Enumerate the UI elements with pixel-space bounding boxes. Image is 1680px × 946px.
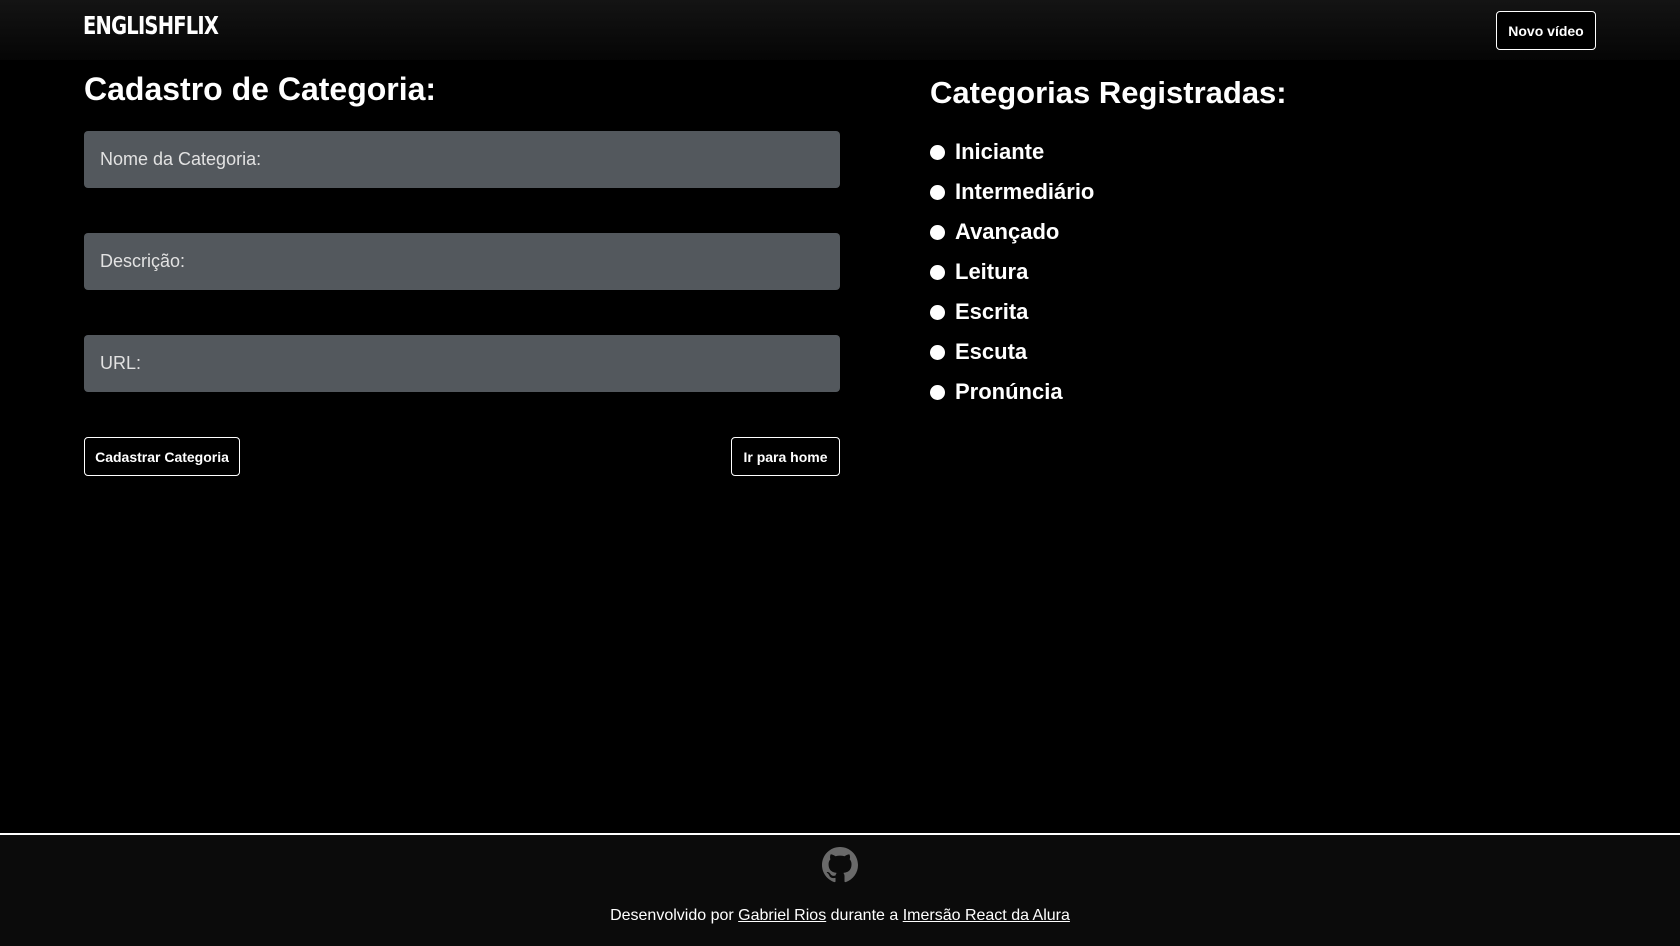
- header: ENGLISHFLIX Novo vídeo: [0, 0, 1680, 60]
- list-item: Leitura: [930, 252, 1094, 292]
- list-item: Intermediário: [930, 172, 1094, 212]
- bullet-icon: [930, 264, 945, 280]
- category-label: Leitura: [955, 259, 1029, 284]
- credits-middle: durante a: [830, 907, 899, 924]
- form-title: Cadastro de Categoria:: [84, 71, 437, 107]
- github-icon[interactable]: [822, 847, 858, 883]
- bullet-icon: [930, 144, 945, 160]
- new-video-button[interactable]: Novo vídeo: [1496, 11, 1596, 50]
- list-item: Iniciante: [930, 132, 1094, 172]
- bullet-icon: [930, 224, 945, 240]
- author-link[interactable]: Gabriel Rios: [738, 907, 826, 924]
- list-item: Avançado: [930, 212, 1094, 252]
- category-label: Iniciante: [955, 139, 1045, 164]
- credits-prefix: Desenvolvido por: [610, 907, 734, 924]
- category-name-input[interactable]: [84, 131, 840, 188]
- list-item: Pronúncia: [930, 372, 1094, 412]
- category-label: Avançado: [955, 219, 1060, 244]
- categories-list: Iniciante Intermediário Avançado Leitura…: [930, 132, 1094, 412]
- page: ENGLISHFLIX Novo vídeo Cadastro de Categ…: [0, 0, 1680, 946]
- register-category-button[interactable]: Cadastrar Categoria: [84, 437, 240, 476]
- bullet-icon: [930, 384, 945, 400]
- event-link[interactable]: Imersão React da Alura: [903, 907, 1070, 924]
- description-input[interactable]: [84, 233, 840, 290]
- url-input[interactable]: [84, 335, 840, 392]
- bullet-icon: [930, 304, 945, 320]
- category-label: Escrita: [955, 299, 1029, 324]
- category-label: Intermediário: [955, 179, 1095, 204]
- list-item: Escuta: [930, 332, 1094, 372]
- categories-title: Categorias Registradas:: [930, 75, 1287, 110]
- bullet-icon: [930, 344, 945, 360]
- bullet-icon: [930, 184, 945, 200]
- category-label: Pronúncia: [955, 379, 1063, 404]
- footer: Desenvolvido por Gabriel Rios durante a …: [0, 833, 1680, 946]
- category-label: Escuta: [955, 339, 1028, 364]
- list-item: Escrita: [930, 292, 1094, 332]
- go-home-button[interactable]: Ir para home: [731, 437, 840, 476]
- logo[interactable]: ENGLISHFLIX: [83, 11, 219, 40]
- footer-credits: Desenvolvido por Gabriel Rios durante a …: [0, 907, 1680, 925]
